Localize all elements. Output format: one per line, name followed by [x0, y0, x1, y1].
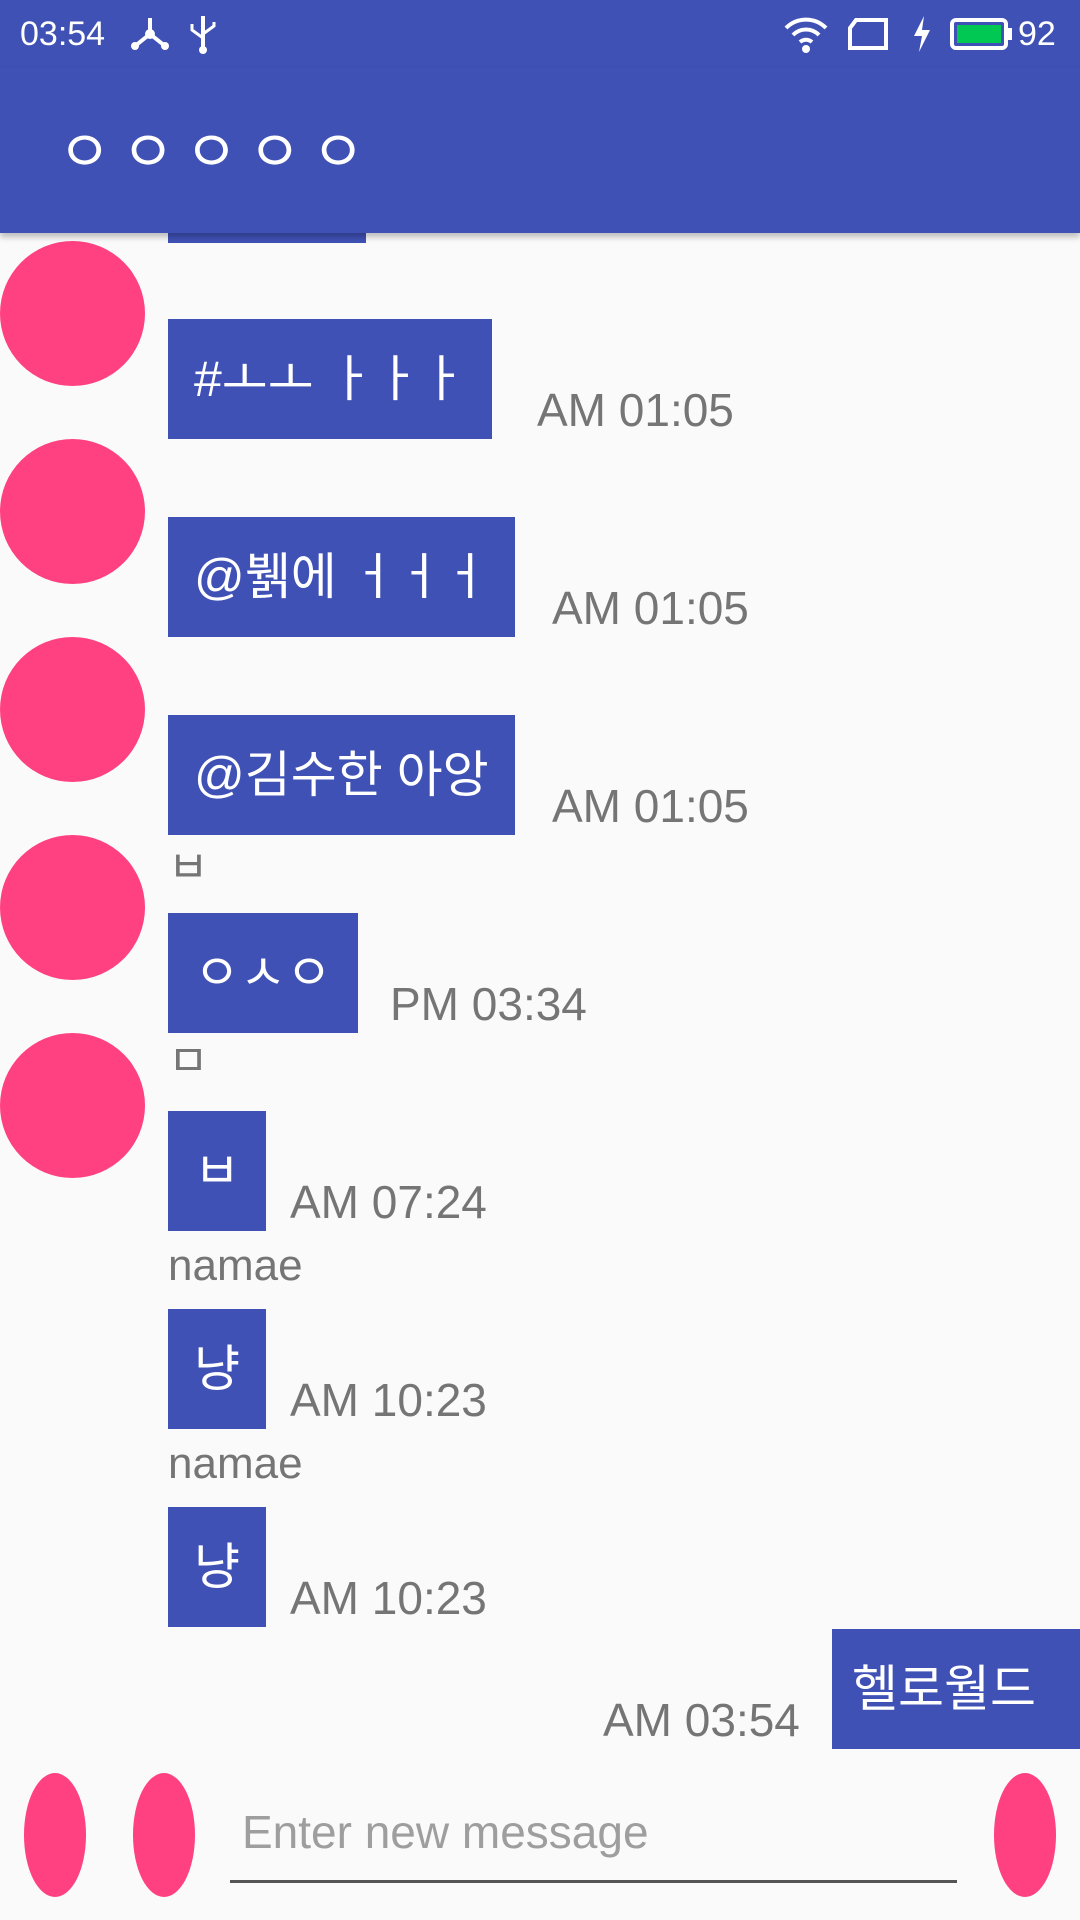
sim-icon: [846, 14, 890, 59]
status-time: 03:54: [20, 15, 106, 53]
page-title: ㅇㅇㅇㅇㅇ: [58, 120, 375, 185]
message-time: AM 01:05: [552, 582, 749, 634]
message-time: AM 01:05: [537, 384, 734, 436]
message-list[interactable]: #ㅗㅗ ㅏㅏㅏ AM 01:05 @뷁에 ㅓㅓㅓ AM 01:05 @김수한 아…: [0, 233, 1080, 1763]
message-time: AM 07:24: [290, 1176, 487, 1228]
battery-percent: 92: [1018, 15, 1056, 53]
message-bubble[interactable]: #ㅗㅗ ㅏㅏㅏ: [168, 319, 492, 439]
outgoing-message-bubble[interactable]: 헬로월드: [832, 1629, 1080, 1749]
status-bar: 03:54 92: [0, 0, 1080, 68]
sender-name: namae: [168, 1439, 303, 1488]
battery-icon: [950, 14, 1014, 59]
message-time: AM 10:23: [290, 1374, 487, 1426]
sender-name: ㅁ: [168, 1041, 209, 1075]
avatar[interactable]: [0, 1033, 145, 1178]
avatar[interactable]: [0, 241, 145, 386]
message-bubble-partial[interactable]: [168, 233, 366, 243]
message-time: PM 03:34: [390, 978, 587, 1030]
message-bubble[interactable]: ㅇㅅㅇ: [168, 913, 358, 1033]
emoji-button[interactable]: [133, 1773, 195, 1897]
message-bubble[interactable]: ㅂ: [168, 1111, 266, 1231]
attach-button[interactable]: [24, 1773, 86, 1897]
message-bubble[interactable]: 냥: [168, 1309, 266, 1429]
message-bubble[interactable]: @뷁에 ㅓㅓㅓ: [168, 517, 515, 637]
avatar[interactable]: [0, 835, 145, 980]
app-bar: ㅇㅇㅇㅇㅇ: [0, 68, 1080, 233]
message-bubble[interactable]: 냥: [168, 1507, 266, 1627]
message-time: AM 01:05: [552, 780, 749, 832]
charging-icon: [910, 14, 934, 59]
usb-icon: [186, 14, 220, 59]
message-input[interactable]: [230, 1783, 957, 1883]
avatar[interactable]: [0, 637, 145, 782]
message-time: AM 10:23: [290, 1572, 487, 1624]
share-icon: [130, 14, 170, 59]
avatar[interactable]: [0, 439, 145, 584]
sender-name: namae: [168, 1241, 303, 1290]
sender-name: ㅂ: [168, 847, 209, 877]
wifi-icon: [782, 14, 830, 59]
message-bubble[interactable]: @김수한 아앙: [168, 715, 515, 835]
outgoing-message-time: AM 03:54: [603, 1694, 800, 1746]
send-button[interactable]: [994, 1773, 1056, 1897]
message-input-bar: [0, 1763, 1080, 1920]
